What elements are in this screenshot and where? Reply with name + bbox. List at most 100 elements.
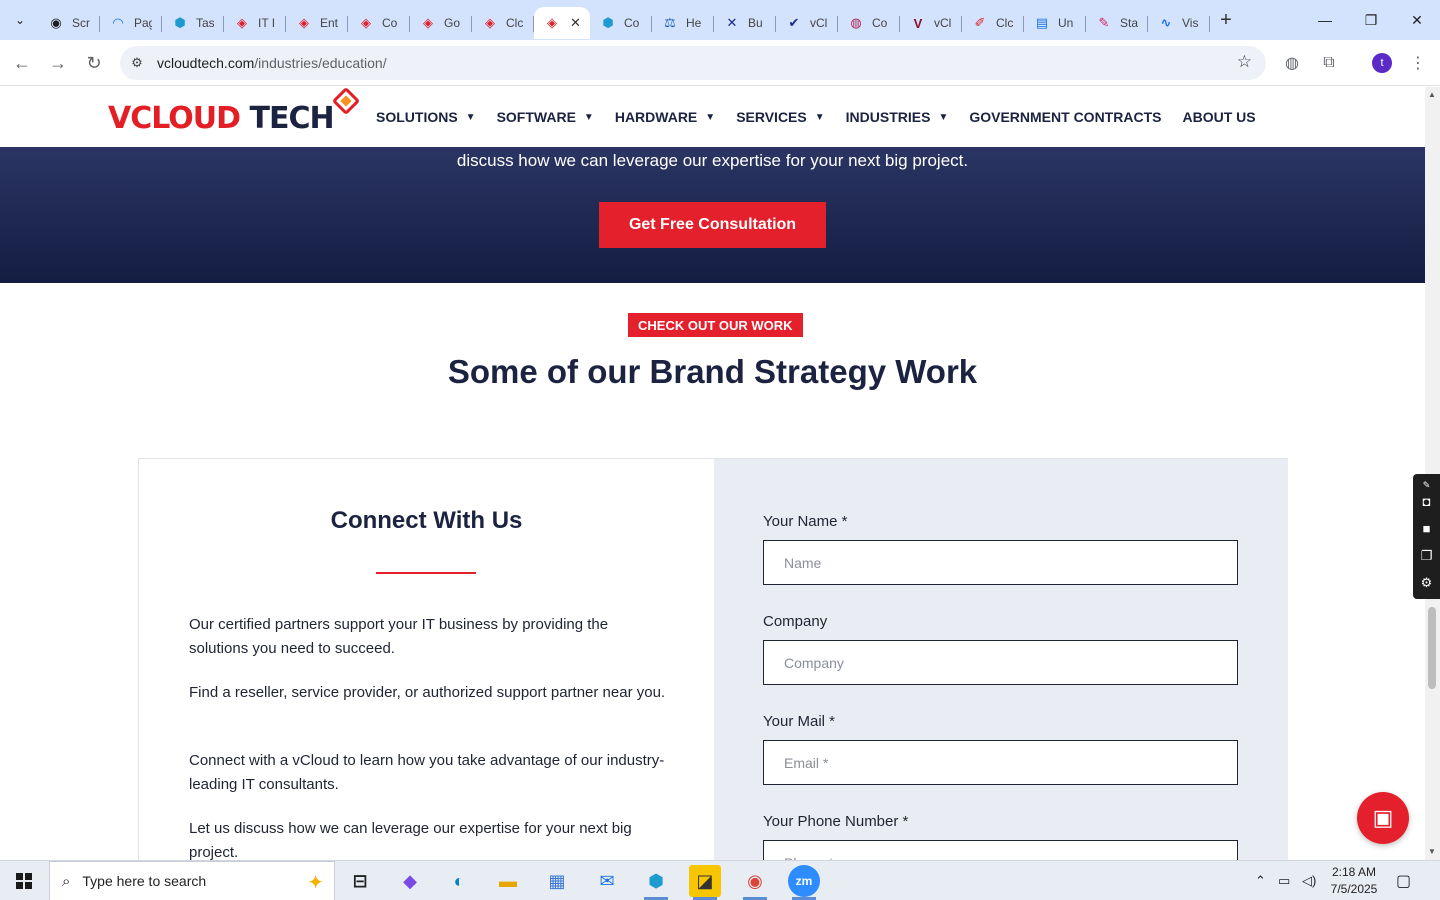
browser-tab[interactable]: ▤ Un — [1024, 7, 1086, 39]
phone-label: Your Phone Number * — [763, 813, 909, 830]
check-icon: ✔ — [788, 15, 800, 30]
tab-label: Ent — [320, 16, 338, 30]
browser-tab[interactable]: ◈ Ent — [286, 7, 348, 39]
nav-item-hardware[interactable]: HARDWARE ▼ — [615, 109, 715, 125]
browser-tab[interactable]: ◈ Co — [348, 7, 410, 39]
email-input[interactable] — [763, 740, 1238, 785]
hexagon-app-icon[interactable]: ⬢ — [640, 865, 672, 900]
scroll-up-icon[interactable]: ▲ — [1428, 90, 1436, 99]
chevron-down-icon: ⌄ — [14, 13, 26, 27]
sticky-notes-icon[interactable]: ◪ — [689, 865, 721, 900]
profile-avatar[interactable]: t — [1372, 53, 1392, 73]
github-icon: ◉ — [50, 15, 62, 30]
tray-chevron-icon[interactable]: ⌃ — [1255, 861, 1266, 900]
copilot-icon[interactable]: ◆ — [394, 865, 426, 897]
contact-card: Connect With Us Our certified partners s… — [138, 458, 1288, 860]
edge-icon[interactable]: ◐ — [443, 865, 475, 897]
volume-icon[interactable]: ◁) — [1302, 861, 1316, 900]
browser-tab[interactable]: ✕ Bu — [714, 7, 776, 39]
taskbar-search-placeholder: Type here to search — [82, 873, 207, 889]
browser-tab[interactable]: ◍ Co — [838, 7, 900, 39]
name-input[interactable] — [763, 540, 1238, 585]
phone-input[interactable] — [763, 840, 1238, 860]
nav-item-software[interactable]: SOFTWARE ▼ — [497, 109, 594, 125]
bookmark-star-icon[interactable]: ☆ — [1237, 52, 1252, 72]
video-icon[interactable]: ■ — [1417, 519, 1436, 538]
notifications-icon[interactable]: ▢ — [1396, 871, 1411, 891]
browser-tab[interactable]: ⬢ Co — [590, 7, 652, 39]
minimize-icon: — — [1318, 12, 1332, 28]
new-tab-button[interactable]: + — [1212, 6, 1240, 34]
network-icon[interactable]: ▭ — [1278, 861, 1290, 900]
browser-tab-strip: ⌄ ◉Scr◠Pag⬢Tas◈IT I◈Ent◈Co◈Go◈Clc◈✕⬢Co⚖H… — [0, 0, 1440, 40]
browser-tab[interactable]: ⬢ Tas — [162, 7, 224, 39]
browser-tab[interactable]: ✎ Sta — [1086, 7, 1148, 39]
caret-down-icon: ▼ — [583, 111, 594, 123]
screen: ⌄ ◉Scr◠Pag⬢Tas◈IT I◈Ent◈Co◈Go◈Clc◈✕⬢Co⚖H… — [0, 0, 1440, 900]
doc-icon: ▤ — [1035, 15, 1049, 30]
browser-tab[interactable]: ◈ Go — [410, 7, 472, 39]
extensions-icon[interactable]: ⧉ — [1317, 51, 1341, 75]
close-tab-icon[interactable]: ✕ — [570, 15, 581, 31]
tab-search-button[interactable]: ⌄ — [6, 6, 34, 34]
chrome-icon[interactable]: ◉ — [739, 865, 771, 900]
site-logo[interactable]: VCLOUD TECH — [108, 87, 361, 141]
connect-paragraph: Let us discuss how we can leverage our e… — [189, 820, 632, 860]
ball-icon: ◍ — [850, 15, 862, 30]
camera-icon[interactable]: ◘ — [1417, 492, 1436, 511]
browser-tab[interactable]: ✐ Clc — [962, 7, 1024, 39]
browser-tab[interactable]: ◉ Scr — [38, 7, 100, 39]
browser-tab[interactable]: VvCl — [900, 7, 962, 39]
reload-button[interactable]: ↻ — [80, 49, 108, 77]
start-button[interactable] — [0, 861, 48, 900]
nav-item-government-contracts[interactable]: GOVERNMENT CONTRACTS — [969, 109, 1161, 125]
browser-tab[interactable]: ◈ ✕ — [534, 7, 590, 39]
zoom-icon[interactable]: zm — [788, 865, 820, 900]
browser-tab[interactable]: ◈ Clc — [472, 7, 534, 39]
scroll-thumb[interactable] — [1428, 607, 1436, 689]
minimize-button[interactable]: — — [1302, 0, 1348, 40]
back-button[interactable]: ← — [8, 49, 36, 77]
menu-kebab-icon[interactable]: ⋮ — [1406, 51, 1430, 75]
browser-tab[interactable]: ∿ Vis — [1148, 7, 1210, 39]
nav-item-label: HARDWARE — [614, 109, 698, 125]
nav-item-services[interactable]: SERVICES ▼ — [736, 109, 824, 125]
browser-tab[interactable]: ✔ vCl — [776, 7, 838, 39]
mail-icon[interactable]: ✉ — [591, 865, 623, 897]
site-info-icon[interactable]: ⚙ — [128, 54, 146, 72]
vcloud-icon: ◈ — [547, 15, 557, 30]
get-free-consultation-button[interactable]: Get Free Consultation — [599, 202, 826, 248]
chat-button[interactable]: ▣ — [1357, 792, 1409, 844]
url-path: /industries/education/ — [254, 55, 387, 71]
tab-label: IT I — [258, 16, 276, 30]
url-host: vcloudtech.com — [157, 55, 255, 71]
browser-tab[interactable]: ◠ Pag — [100, 7, 162, 39]
tab-label: Co — [624, 16, 640, 30]
tab-label: Pag — [134, 16, 152, 30]
caret-down-icon: ▼ — [938, 111, 949, 123]
nav-item-solutions[interactable]: SOLUTIONS ▼ — [376, 109, 476, 125]
store-icon[interactable]: ▦ — [541, 865, 573, 897]
taskbar-search[interactable]: ⌕ Type here to search ✦ — [49, 861, 335, 900]
forward-button[interactable]: → — [44, 49, 72, 77]
window-icon[interactable]: ❐ — [1417, 546, 1436, 565]
scroll-down-icon[interactable]: ▼ — [1428, 847, 1436, 856]
task-view-icon[interactable]: ⊟ — [344, 865, 376, 897]
browser-tab[interactable]: ⚖ He — [652, 7, 714, 39]
restore-button[interactable]: ❐ — [1348, 0, 1394, 40]
gear-icon[interactable]: ⚙ — [1417, 573, 1436, 592]
nav-item-about-us[interactable]: ABOUT US — [1182, 109, 1255, 125]
company-input[interactable] — [763, 640, 1238, 685]
browser-tab[interactable]: ◈ IT I — [224, 7, 286, 39]
address-bar[interactable]: ⚙ vcloudtech.com/industries/education/ ☆ — [120, 46, 1266, 80]
tab-list: ◉Scr◠Pag⬢Tas◈IT I◈Ent◈Co◈Go◈Clc◈✕⬢Co⚖He✕… — [38, 0, 1210, 40]
nav-item-industries[interactable]: INDUSTRIES ▼ — [846, 109, 949, 125]
name-label: Your Name * — [763, 513, 848, 530]
brush-icon: ✎ — [1098, 15, 1110, 30]
translate-icon[interactable]: ◍ — [1280, 51, 1304, 75]
file-explorer-icon[interactable]: ▬ — [492, 865, 524, 897]
caret-down-icon: ▼ — [465, 111, 476, 123]
close-window-button[interactable]: ✕ — [1394, 0, 1440, 40]
system-clock[interactable]: 2:18 AM 7/5/2025 — [1326, 864, 1382, 898]
site-header: VCLOUD TECH SOLUTIONS ▼ SOFTWARE ▼ HARDWARE ▼… — [0, 87, 1425, 147]
